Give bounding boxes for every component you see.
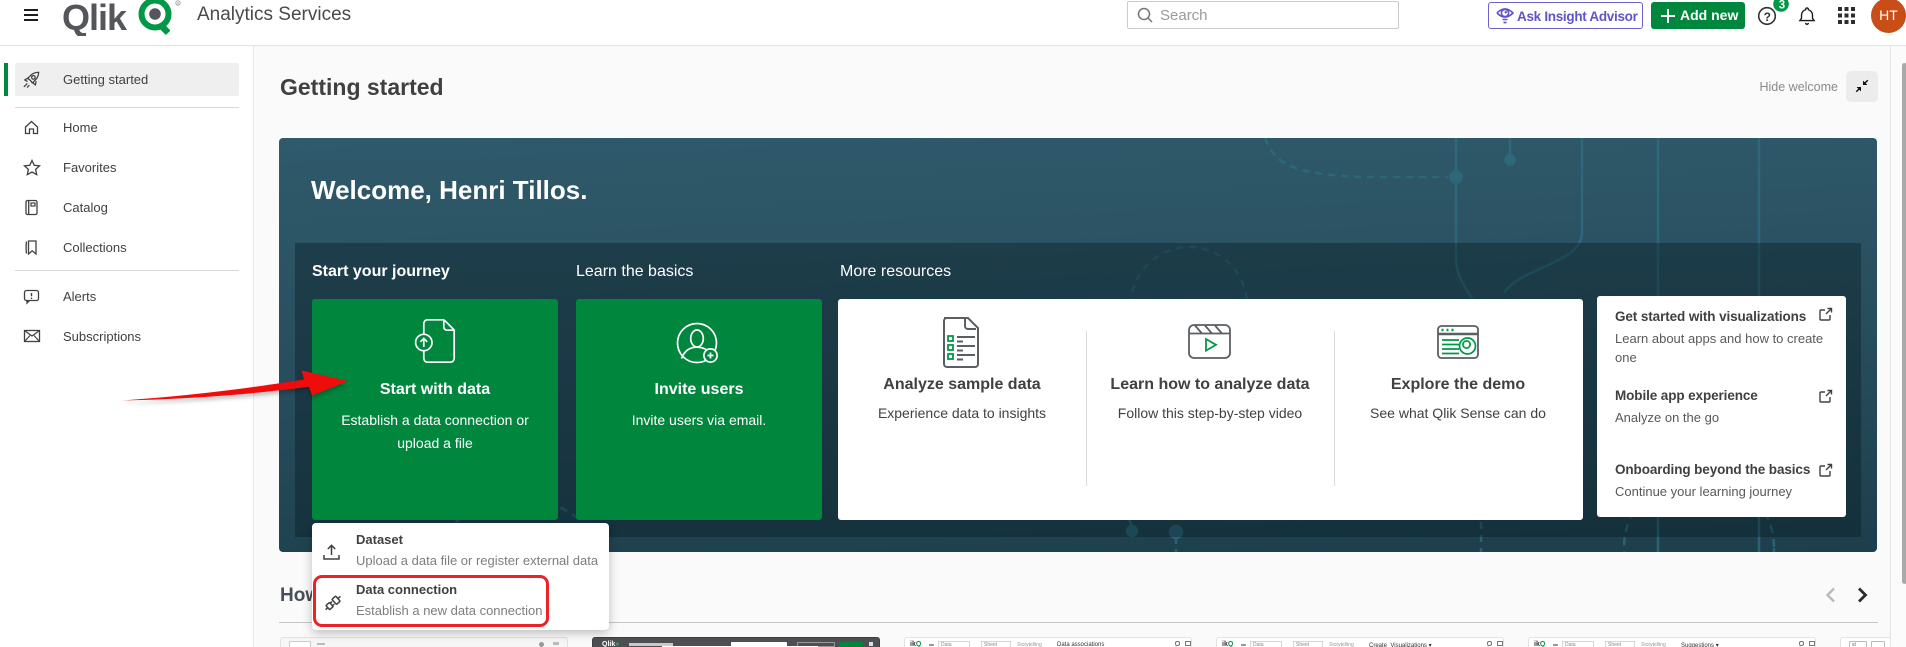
- svg-text:R: R: [177, 1, 180, 6]
- svg-text:?: ?: [1764, 10, 1771, 24]
- svg-text:Qlik: Qlik: [62, 0, 128, 36]
- svg-text:3: 3: [1779, 0, 1785, 12]
